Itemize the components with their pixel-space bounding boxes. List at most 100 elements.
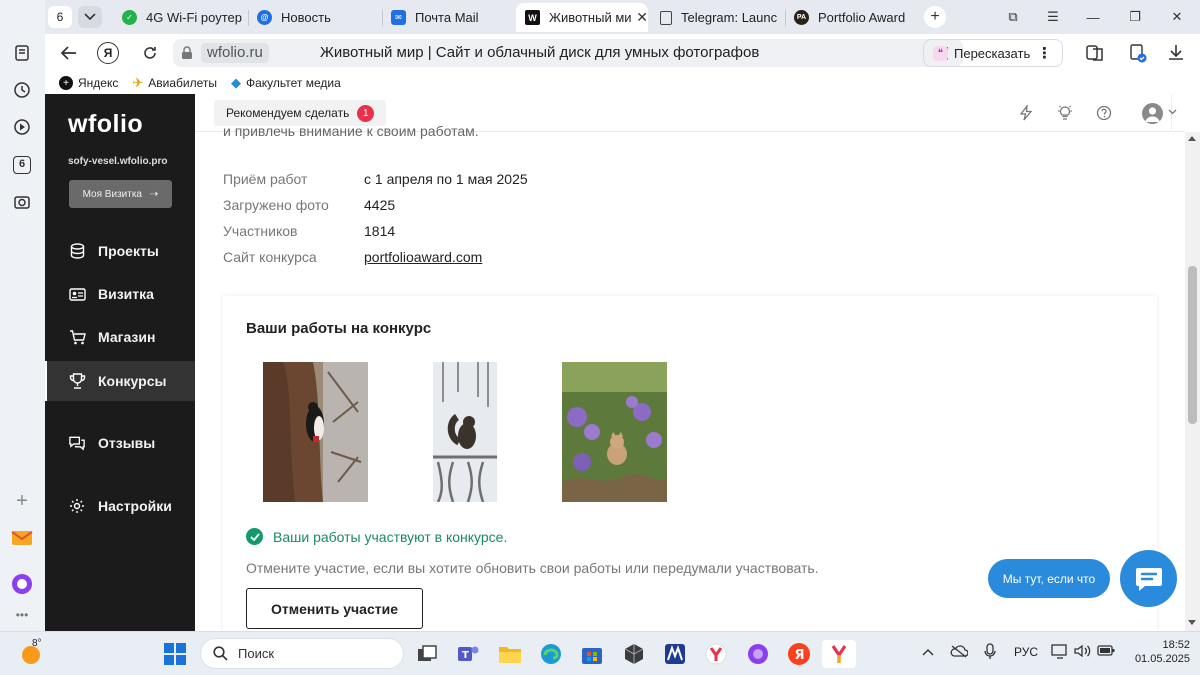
display-icon[interactable] — [1051, 644, 1069, 662]
tab-portfolio-award[interactable]: PA Portfolio Award — [786, 3, 916, 32]
chat-open-button[interactable] — [1120, 550, 1177, 607]
back-icon[interactable] — [58, 42, 80, 64]
yandex-browser-icon[interactable] — [702, 640, 730, 668]
yandex-icon[interactable]: Я — [785, 640, 813, 668]
tab-telegram[interactable]: Telegram: Launc — [652, 3, 782, 32]
tab-mail[interactable]: ✉ Почта Mail — [383, 3, 513, 32]
card-title: Ваши работы на конкурс — [246, 320, 432, 337]
bookmark-media[interactable]: ◆ Факультет медиа — [231, 75, 341, 91]
sidebar-item-projects[interactable]: Проекты — [45, 231, 195, 271]
bookmark-avia[interactable]: ✈ Авиабилеты — [132, 75, 217, 91]
url-host: wfolio.ru — [201, 43, 269, 63]
cancel-hint-text: Отмените участие, если вы хотите обновит… — [246, 560, 819, 576]
woodpecker-photo[interactable] — [263, 362, 368, 502]
teams-icon[interactable]: T — [454, 640, 482, 668]
tab-label: 4G Wi-Fi роутер — [146, 10, 242, 25]
site-address[interactable]: sofy-vesel.wfolio.pro — [68, 156, 167, 167]
edge-icon[interactable] — [537, 640, 565, 668]
add-icon[interactable]: + — [11, 490, 33, 512]
alice-taskbar-icon[interactable] — [744, 640, 772, 668]
url-field[interactable]: wfolio.ru Животный мир | Сайт и облачный… — [173, 39, 963, 67]
sidebar-item-label: Визитка — [98, 286, 154, 302]
lightbulb-icon[interactable] — [1055, 103, 1075, 123]
alice-icon[interactable] — [11, 573, 33, 595]
yandex-y-icon[interactable]: Я — [97, 42, 119, 64]
close-tab-icon[interactable]: ✕ — [636, 9, 648, 26]
kitten-photo[interactable] — [562, 362, 667, 502]
wfolio-logo[interactable]: wfolio — [68, 110, 143, 139]
more-dots-icon[interactable]: ••• — [11, 604, 33, 626]
file-explorer-icon[interactable] — [496, 640, 524, 668]
bookmark-yandex[interactable]: + Яндекс — [59, 76, 118, 90]
new-tab-button[interactable]: + — [924, 6, 946, 28]
mail-app-icon[interactable] — [11, 527, 33, 549]
sidebar-item-reviews[interactable]: Отзывы — [45, 423, 195, 463]
close-window-icon[interactable]: ✕ — [1166, 6, 1188, 28]
contest-site-link[interactable]: portfolioaward.com — [364, 249, 482, 269]
onedrive-icon[interactable] — [950, 644, 969, 661]
user-avatar-icon[interactable] — [1142, 103, 1163, 124]
store-icon[interactable] — [578, 640, 606, 668]
reload-icon[interactable] — [139, 42, 161, 64]
tab-router[interactable]: ✓ 4G Wi-Fi роутер — [113, 3, 243, 32]
yandex-browser-active-icon[interactable] — [822, 640, 856, 668]
windows-taskbar: 8° Поиск T Я РУС 18:52 01.05.2025 — [0, 631, 1200, 675]
cart-icon — [68, 328, 86, 346]
tab-count-button[interactable]: 6 — [48, 6, 72, 28]
menu-icon[interactable]: ☰ — [1042, 6, 1064, 28]
sidebar-item-card[interactable]: Визитка — [45, 274, 195, 314]
history-icon[interactable] — [11, 79, 33, 101]
download-icon[interactable] — [1167, 43, 1187, 63]
collections-icon[interactable]: ⧉ — [1002, 6, 1024, 28]
scroll-thumb[interactable] — [1188, 266, 1197, 424]
system-clock[interactable]: 18:52 01.05.2025 — [1120, 638, 1190, 666]
collections-icon[interactable] — [11, 42, 33, 64]
camera-search-icon[interactable] — [11, 191, 33, 213]
tab-label: Животный ми — [549, 10, 632, 25]
reader-icon[interactable] — [1085, 43, 1105, 63]
tab-count-rail-icon[interactable]: 6 — [11, 154, 33, 176]
retell-button[interactable]: ❝ Пересказать ⋮ — [923, 39, 1063, 67]
sidebar-item-contests[interactable]: Конкурсы — [45, 361, 195, 401]
lightning-icon[interactable] — [1016, 103, 1036, 123]
taskbar-search[interactable]: Поиск — [200, 638, 404, 669]
minimize-icon[interactable]: — — [1082, 6, 1104, 28]
cube-app-icon[interactable] — [620, 640, 648, 668]
tab-label: Новость — [281, 10, 331, 25]
pa-logo-icon: PA — [794, 10, 809, 25]
my-card-button[interactable]: Моя Визитка ⇢ — [69, 180, 172, 208]
chevron-up-icon[interactable] — [922, 645, 934, 659]
volume-icon[interactable] — [1074, 644, 1092, 661]
trophy-icon — [68, 372, 86, 390]
sidebar-item-settings[interactable]: Настройки — [45, 486, 195, 526]
sidebar-item-shop[interactable]: Магазин — [45, 317, 195, 357]
windows-logo-icon — [164, 643, 186, 665]
lock-icon[interactable] — [181, 46, 193, 60]
chat-prompt-pill[interactable]: Мы тут, если что — [988, 559, 1110, 598]
id-card-icon — [68, 285, 86, 303]
document-icon — [660, 10, 672, 25]
more-vertical-icon[interactable]: ⋮ — [1037, 44, 1052, 62]
tabs-menu-button[interactable] — [78, 6, 102, 28]
microphone-icon[interactable] — [984, 643, 996, 663]
cancel-participation-button[interactable]: Отменить участие — [246, 588, 423, 629]
scroll-up-arrow[interactable] — [1188, 136, 1196, 141]
extension-icon[interactable] — [1128, 43, 1148, 63]
weather-widget[interactable]: 8° — [20, 638, 48, 668]
language-indicator[interactable]: РУС — [1014, 645, 1038, 659]
start-button[interactable] — [161, 640, 189, 668]
task-view-icon[interactable] — [413, 640, 441, 668]
squirrel-photo[interactable] — [433, 362, 497, 502]
restore-icon[interactable]: ❐ — [1124, 6, 1146, 28]
play-icon[interactable] — [11, 116, 33, 138]
tab-news[interactable]: @ Новость — [249, 3, 379, 32]
tab-wfolio-active[interactable]: W Животный ми ✕ — [516, 3, 648, 32]
page-scrollbar[interactable] — [1185, 132, 1200, 631]
chevron-down-icon[interactable] — [1168, 109, 1177, 115]
tab-label: Почта Mail — [415, 10, 479, 25]
scroll-down-arrow[interactable] — [1188, 620, 1196, 625]
help-icon[interactable] — [1094, 103, 1114, 123]
weather-temp: 8° — [32, 638, 42, 649]
battery-icon[interactable] — [1097, 645, 1115, 660]
m-app-icon[interactable] — [661, 640, 689, 668]
